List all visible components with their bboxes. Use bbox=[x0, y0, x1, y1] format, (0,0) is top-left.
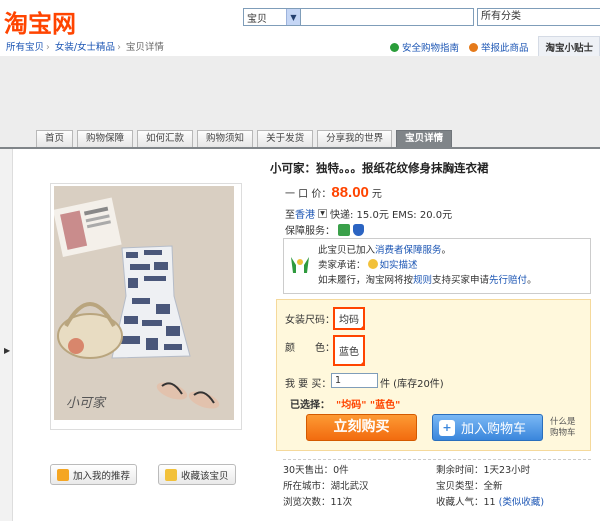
tab-remit[interactable]: 如何汇款 bbox=[137, 130, 194, 147]
product-image[interactable] bbox=[54, 186, 234, 420]
tab-notice[interactable]: 购物须知 bbox=[197, 130, 254, 147]
quantity-input[interactable]: 1 bbox=[331, 373, 378, 388]
favorite-item-button[interactable]: 收藏该宝贝 bbox=[158, 464, 236, 485]
category-select[interactable]: 所有分类 bbox=[477, 8, 600, 26]
guarantee-text: 此宝贝已加入消费者保障服务。 卖家承诺： 如实描述 如未履行，淘宝网将按规则支持买… bbox=[318, 245, 537, 286]
service-label: 保障服务： bbox=[285, 226, 335, 237]
accurate-description-link[interactable]: 如实描述 bbox=[380, 260, 418, 271]
search-scope-select[interactable]: 宝贝 ▼ bbox=[243, 8, 301, 26]
shield-icon[interactable] bbox=[353, 223, 364, 236]
breadcrumb-category[interactable]: 女装/女士精品 bbox=[55, 42, 115, 53]
price-label: 一 口 价： bbox=[285, 189, 332, 200]
sold-30-days: 30天售出：0件 bbox=[283, 465, 349, 476]
taobao-logo[interactable]: 淘宝网 bbox=[4, 4, 76, 38]
chevron-down-icon[interactable]: ▼ bbox=[286, 9, 300, 25]
product-title: 小可家：独特。。。报纸花纹修身抹胸连衣裙 bbox=[270, 161, 489, 175]
search-bar: 宝贝 ▼ 所有分类 bbox=[243, 8, 600, 26]
flag-icon bbox=[468, 42, 478, 52]
buy-now-button[interactable]: 立刻购买 bbox=[306, 414, 417, 441]
price-row: 一 口 价： 88.00 元 bbox=[285, 184, 382, 201]
tab-divider bbox=[0, 147, 600, 149]
price-unit: 元 bbox=[371, 189, 382, 200]
breadcrumb-current: 宝贝详情 bbox=[125, 42, 164, 53]
shipping-row: 至 香港 ▼ 快递: 15.0元 EMS: 20.0元 bbox=[285, 206, 452, 221]
tab-guarantee[interactable]: 购物保障 bbox=[77, 130, 134, 147]
ship-to-prefix: 至 bbox=[285, 210, 295, 221]
image-watermark: 小可家 bbox=[66, 396, 106, 411]
color-option-selected[interactable]: 蓝色 bbox=[333, 335, 365, 366]
quantity-stock: 件 (库存20件) bbox=[380, 379, 444, 390]
tab-shipping[interactable]: 关于发货 bbox=[257, 130, 314, 147]
report-link[interactable]: 举报此商品 bbox=[468, 40, 528, 54]
view-count: 浏览次数：11次 bbox=[283, 497, 353, 508]
seller-city: 所在城市：湖北武汉 bbox=[283, 481, 369, 492]
add-recommend-button[interactable]: 加入我的推荐 bbox=[50, 464, 138, 485]
thumbs-up-icon bbox=[57, 468, 69, 481]
service-row: 保障服务： bbox=[285, 222, 364, 237]
safe-shopping-link[interactable]: 安全购物指南 bbox=[389, 40, 459, 54]
tab-share[interactable]: 分享我的世界 bbox=[317, 130, 393, 147]
similar-favorites-link[interactable]: (类似收藏) bbox=[499, 497, 544, 508]
popularity: 收藏人气：11 (类似收藏) bbox=[436, 497, 545, 508]
guarantee-box: 此宝贝已加入消费者保障服务。 卖家承诺： 如实描述 如未履行，淘宝网将按规则支持买… bbox=[283, 238, 591, 294]
cart-icon: + bbox=[439, 419, 455, 436]
what-is-cart-link[interactable]: 什么是 购物车 bbox=[550, 417, 576, 439]
search-input[interactable] bbox=[301, 8, 474, 26]
ship-rates: 快递: 15.0元 EMS: 20.0元 bbox=[330, 210, 453, 221]
folder-icon bbox=[165, 468, 177, 481]
hands-icon[interactable] bbox=[338, 223, 350, 236]
product-photo bbox=[54, 186, 234, 420]
size-label: 女装尺码： bbox=[285, 315, 335, 326]
chevron-down-icon[interactable]: ▼ bbox=[318, 209, 327, 218]
item-type: 宝贝类型：全新 bbox=[436, 481, 503, 492]
tips-panel[interactable]: 淘宝小贴士 bbox=[538, 36, 600, 58]
selected-label: 已选择： bbox=[290, 400, 330, 411]
tab-item-detail[interactable]: 宝贝详情 bbox=[396, 130, 453, 147]
price-value: 88.00 bbox=[331, 184, 369, 201]
add-to-cart-button[interactable]: + 加入购物车 bbox=[432, 414, 543, 441]
ship-to-region[interactable]: 香港 bbox=[295, 206, 315, 221]
size-option-selected[interactable]: 均码 bbox=[333, 307, 365, 330]
advance-compensation-link[interactable]: 先行赔付 bbox=[489, 275, 527, 286]
popularity-value: 11 bbox=[483, 497, 496, 508]
breadcrumb: 所有宝贝 › 女装/女士精品 › 宝贝详情 bbox=[6, 42, 164, 53]
left-sidebar: ▶ bbox=[0, 149, 13, 521]
time-remaining: 剩余时间：1天23小时 bbox=[436, 465, 531, 476]
tab-home[interactable]: 首页 bbox=[36, 130, 74, 147]
quantity-label: 我 要 买： bbox=[285, 379, 332, 390]
guarantee-hands-icon bbox=[291, 257, 309, 273]
consumer-protection-link[interactable]: 消费者保障服务 bbox=[375, 245, 442, 256]
selected-value: "均码" "蓝色" bbox=[336, 400, 401, 411]
check-icon bbox=[367, 259, 378, 269]
expand-arrow-icon[interactable]: ▶ bbox=[4, 346, 10, 355]
top-links: 安全购物指南 举报此商品 淘宝小贴士 bbox=[389, 36, 600, 58]
search-scope-value: 宝贝 bbox=[247, 13, 267, 25]
shop-tabs: 首页 购物保障 如何汇款 购物须知 关于发货 分享我的世界 宝贝详情 bbox=[36, 130, 456, 147]
stats-divider bbox=[283, 459, 591, 460]
color-label: 颜 色： bbox=[285, 343, 335, 354]
shield-icon bbox=[389, 42, 399, 52]
breadcrumb-all-items[interactable]: 所有宝贝 bbox=[6, 42, 44, 53]
rules-link[interactable]: 规则 bbox=[413, 275, 432, 286]
